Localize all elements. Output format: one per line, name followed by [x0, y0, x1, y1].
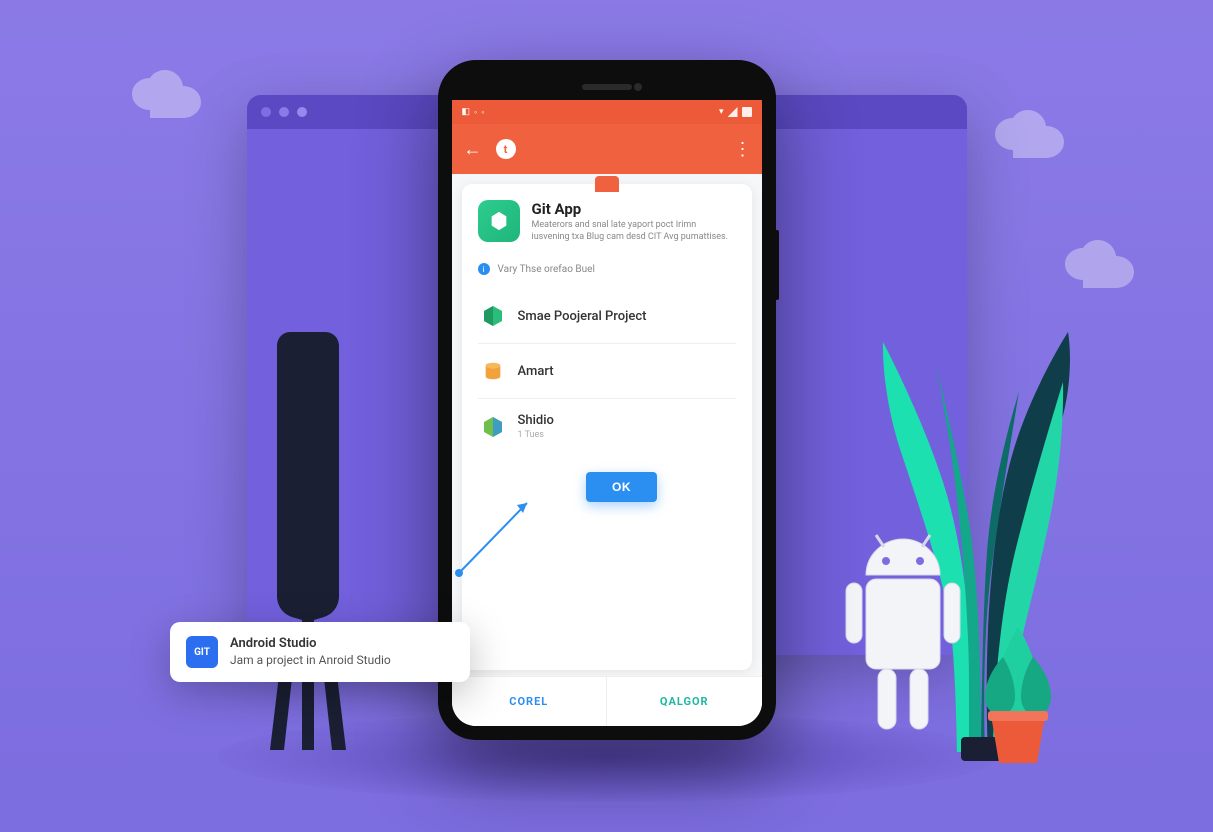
app-title: Git App	[532, 200, 736, 218]
phone-screen: ◧ ◦ ◦ ▾ ← t ⋮	[452, 100, 762, 726]
callout-subtitle: Jam a project in Anroid Studio	[230, 653, 391, 667]
content-area: Git App Meaterors and snal late yaport p…	[452, 174, 762, 726]
app-bar-icon[interactable]: t	[496, 139, 516, 159]
back-icon[interactable]: ←	[464, 139, 482, 160]
phone-speaker	[582, 84, 632, 90]
git-app-icon	[478, 200, 520, 242]
app-description: Meaterors and snal late yaport poct Irim…	[532, 220, 736, 243]
window-dot	[279, 107, 289, 117]
status-glyph: ◧	[462, 107, 471, 117]
app-header: Git App Meaterors and snal late yaport p…	[478, 200, 736, 243]
android-mascot	[828, 527, 978, 757]
git-badge-icon: GIT	[186, 636, 218, 668]
cube-icon	[480, 303, 506, 329]
wifi-icon: ▾	[719, 107, 724, 117]
app-bar: ← t ⋮	[452, 124, 762, 174]
cloud-decoration	[993, 110, 1093, 160]
phone-notch	[452, 74, 762, 100]
cube-icon	[480, 414, 506, 440]
project-list: Smae Poojeral Project Amart	[478, 289, 736, 454]
status-left-icons: ◧ ◦ ◦	[462, 107, 485, 118]
project-title: Amart	[518, 364, 734, 379]
android-studio-callout[interactable]: GIT Android Studio Jam a project in Anro…	[170, 622, 470, 682]
small-plant-decoration	[973, 627, 1063, 767]
info-row: i Vary Thse orefao Buel	[478, 263, 736, 275]
status-bar: ◧ ◦ ◦ ▾	[452, 100, 762, 124]
overflow-menu-icon[interactable]: ⋮	[734, 139, 750, 160]
project-title: Smae Poojeral Project	[518, 309, 734, 324]
main-card: Git App Meaterors and snal late yaport p…	[462, 184, 752, 670]
callout-title: Android Studio	[230, 636, 391, 651]
status-right-icons: ▾	[719, 107, 752, 117]
project-subtitle: 1 Tues	[518, 430, 734, 440]
cloud-decoration	[130, 70, 230, 120]
corel-button[interactable]: COREL	[452, 677, 608, 726]
cylinder-icon	[480, 358, 506, 384]
project-item[interactable]: Amart	[478, 344, 736, 399]
window-dot	[261, 107, 271, 117]
card-tab-marker	[595, 176, 619, 192]
project-title: Shidio	[518, 413, 734, 428]
info-icon: i	[478, 263, 490, 275]
phone-frame: ◧ ◦ ◦ ▾ ← t ⋮	[438, 60, 776, 740]
front-camera	[634, 83, 642, 91]
project-item[interactable]: Shidio 1 Tues	[478, 399, 736, 454]
ok-button[interactable]: OK	[586, 472, 657, 502]
status-glyph: ◦	[474, 107, 477, 118]
bottom-action-bar: COREL QALGOR	[452, 676, 762, 726]
chair-prop	[250, 332, 370, 762]
phone-power-button	[775, 230, 779, 300]
status-glyph: ◦	[481, 107, 484, 118]
info-label: Vary Thse orefao Buel	[498, 264, 595, 275]
window-dot	[297, 107, 307, 117]
battery-icon	[742, 107, 752, 117]
cloud-decoration	[1063, 240, 1163, 290]
qalgor-button[interactable]: QALGOR	[607, 677, 762, 726]
signal-icon	[728, 107, 738, 117]
project-item[interactable]: Smae Poojeral Project	[478, 289, 736, 344]
